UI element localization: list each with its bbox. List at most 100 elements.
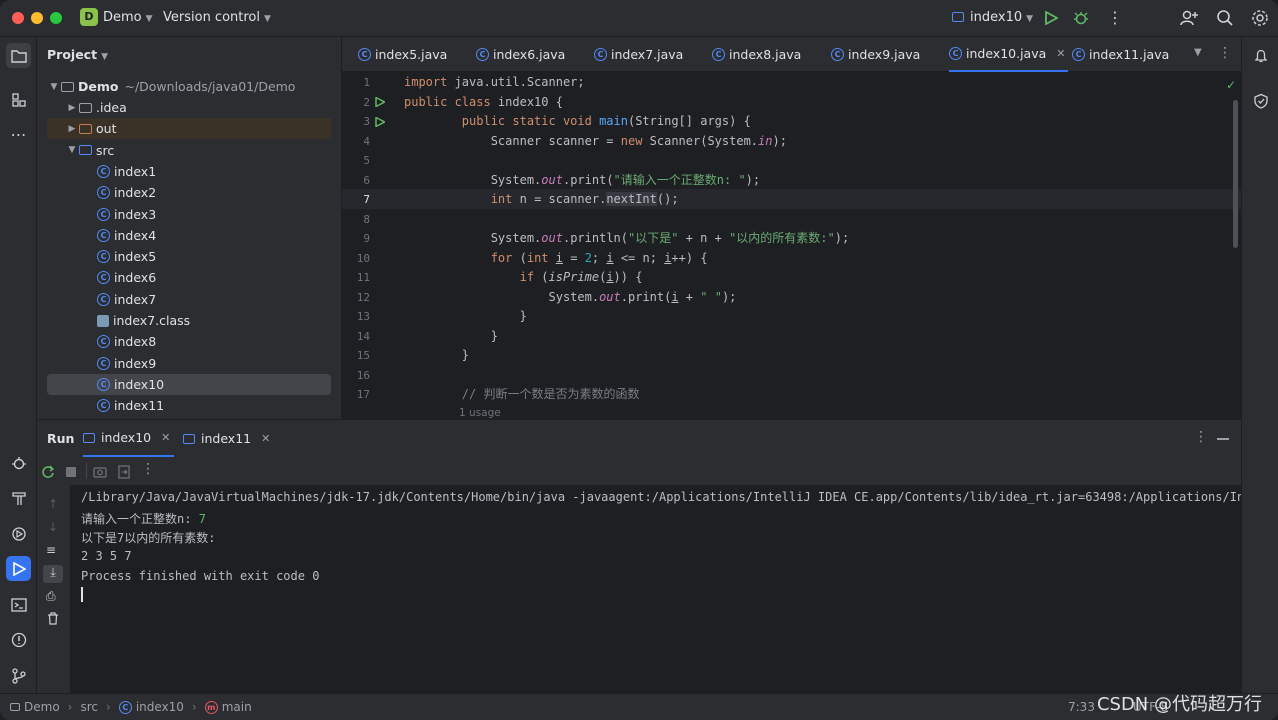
gear-icon[interactable] [1251, 9, 1269, 27]
breadcrumb-src[interactable]: src [80, 700, 98, 714]
close-tab-icon[interactable]: ✕ [1056, 47, 1065, 60]
run-tab-index11[interactable]: index11 ✕ [183, 420, 274, 457]
add-user-icon[interactable] [1180, 9, 1198, 27]
tree-item[interactable]: Cindex11 [47, 395, 331, 416]
minimize-panel-icon[interactable] [1217, 438, 1229, 440]
print-icon[interactable]: ⎙ [46, 589, 56, 604]
chevron-right-icon[interactable]: ▶ [65, 124, 79, 134]
trash-icon[interactable] [47, 612, 59, 625]
zoom-window-button[interactable] [50, 12, 62, 24]
java-class-icon: C [476, 48, 489, 61]
soft-wrap-icon[interactable]: ≡ [46, 543, 56, 557]
tree-item[interactable]: Cindex1 [47, 161, 331, 182]
tree-item[interactable]: Cindex3 [47, 204, 331, 225]
java-class-icon: C [712, 48, 725, 61]
tab-index5-java[interactable]: Cindex5.java [358, 37, 447, 72]
run-config-selector[interactable]: index10 ▼ [952, 10, 1033, 25]
chevron-right-icon: › [67, 700, 73, 714]
status-bar: Demo › src › C index10 › m main 7:33 UTF… [0, 693, 1278, 720]
services-tool-button[interactable] [6, 521, 31, 546]
scroll-to-end-icon[interactable]: ⤓ [43, 565, 63, 583]
project-panel-title: Project [47, 47, 98, 62]
tree-item[interactable]: ▼ src [47, 140, 331, 161]
run-icon[interactable] [1044, 11, 1058, 25]
tree-item[interactable]: Cindex2 [47, 182, 331, 203]
project-badge: D [80, 8, 98, 26]
console-side-toolbar: ↑ ↓ ≡ ⤓ ⎙ [37, 485, 70, 694]
vcs-menu[interactable]: Version control ▼ [163, 10, 271, 25]
structure-tool-button[interactable] [6, 87, 31, 112]
left-tool-strip: ⋯ [0, 37, 37, 693]
debug-tool-button[interactable] [6, 450, 31, 475]
minimize-window-button[interactable] [31, 12, 43, 24]
vcs-label: Version control [163, 10, 260, 25]
more-actions-icon[interactable]: ⋮ [1107, 8, 1123, 27]
close-tab-icon[interactable]: ✕ [261, 432, 270, 445]
run-tab-label: index11 [201, 431, 252, 446]
folder-icon [79, 145, 92, 156]
tab-label: index10.java [966, 46, 1047, 61]
close-tab-icon[interactable]: ✕ [161, 431, 170, 444]
caret-position[interactable]: 7:33 [1068, 700, 1095, 714]
tree-item[interactable]: Cindex5 [47, 246, 331, 267]
chevron-right-icon: › [191, 700, 197, 714]
run-panel-header: Run index10 ✕ index11 ✕ ⋮ [37, 420, 1241, 457]
tree-item[interactable]: index7.class [47, 310, 331, 331]
tab-list-chevron-icon[interactable]: ▼ [1194, 47, 1202, 58]
more-tools-icon[interactable]: ⋯ [6, 122, 31, 147]
ai-assistant-button[interactable] [1248, 88, 1273, 113]
terminal-tool-button[interactable] [6, 592, 31, 617]
tree-item[interactable]: Cindex6 [47, 267, 331, 288]
run-gutter-icon[interactable] [375, 117, 385, 127]
project-tool-button[interactable] [6, 43, 31, 68]
tree-item[interactable]: Cindex8 [47, 331, 331, 352]
exit-icon[interactable] [117, 465, 131, 479]
line-number: 8 [363, 212, 370, 226]
search-icon[interactable] [1216, 9, 1234, 27]
tree-root[interactable]: ▼ Demo ~/Downloads/java01/Demo [47, 76, 331, 97]
breadcrumb-project[interactable]: Demo [24, 700, 60, 714]
chevron-right-icon[interactable]: ▶ [65, 103, 79, 113]
code-line-1: import java.util.Scanner; [404, 75, 585, 89]
up-arrow-icon[interactable]: ↑ [48, 497, 58, 511]
code-editor[interactable]: 1 2 3 4 5 6 7 8 9 10 11 12 13 14 15 16 17 import java.ut… [342, 72, 1241, 419]
editor-scrollbar[interactable] [1233, 100, 1238, 248]
breadcrumb-method[interactable]: main [222, 700, 252, 714]
more-tabs-icon[interactable]: ⋮ [1218, 45, 1232, 61]
project-switcher[interactable]: Demo ▼ [103, 10, 153, 25]
tab-index10-java[interactable]: Cindex10.java ✕ [949, 37, 1068, 72]
project-panel-header[interactable]: Project ▼ [47, 47, 108, 62]
tree-item[interactable]: Cindex9 [47, 353, 331, 374]
notifications-button[interactable] [1248, 43, 1273, 68]
more-run-actions-icon[interactable]: ⋮ [141, 461, 155, 477]
tab-index8-java[interactable]: Cindex8.java [712, 37, 801, 72]
usage-hint[interactable]: 1 usage [459, 407, 501, 419]
console-output[interactable]: /Library/Java/JavaVirtualMachines/jdk-17… [70, 485, 1241, 694]
run-tool-button[interactable] [6, 556, 31, 581]
tree-item[interactable]: ▶ out [47, 118, 331, 140]
debug-icon[interactable] [1073, 10, 1089, 26]
tab-index7-java[interactable]: Cindex7.java [594, 37, 683, 72]
config-icon [952, 12, 964, 22]
tab-index9-java[interactable]: Cindex9.java [831, 37, 920, 72]
git-tool-button[interactable] [6, 663, 31, 688]
camera-icon[interactable] [93, 465, 107, 479]
run-gutter-icon[interactable] [375, 97, 385, 107]
run-options-icon[interactable]: ⋮ [1194, 429, 1208, 445]
tab-index6-java[interactable]: Cindex6.java [476, 37, 565, 72]
stop-icon[interactable] [66, 467, 76, 477]
no-problems-check-icon[interactable]: ✓ [1226, 78, 1236, 92]
tree-item[interactable]: Cindex10 [47, 373, 331, 395]
chevron-down-icon[interactable]: ▼ [65, 145, 79, 155]
close-window-button[interactable] [12, 12, 24, 24]
tree-item[interactable]: ▶ .idea [47, 97, 331, 118]
down-arrow-icon[interactable]: ↓ [48, 520, 58, 534]
tab-index11-java[interactable]: Cindex11.java [1072, 37, 1169, 72]
breadcrumb-class[interactable]: index10 [136, 700, 184, 714]
build-tool-button[interactable] [6, 485, 31, 510]
problems-tool-button[interactable] [6, 627, 31, 652]
tree-item[interactable]: Cindex4 [47, 225, 331, 246]
rerun-icon[interactable] [41, 465, 55, 479]
run-tab-index10[interactable]: index10 ✕ [83, 420, 175, 457]
tree-item[interactable]: Cindex7 [47, 289, 331, 310]
